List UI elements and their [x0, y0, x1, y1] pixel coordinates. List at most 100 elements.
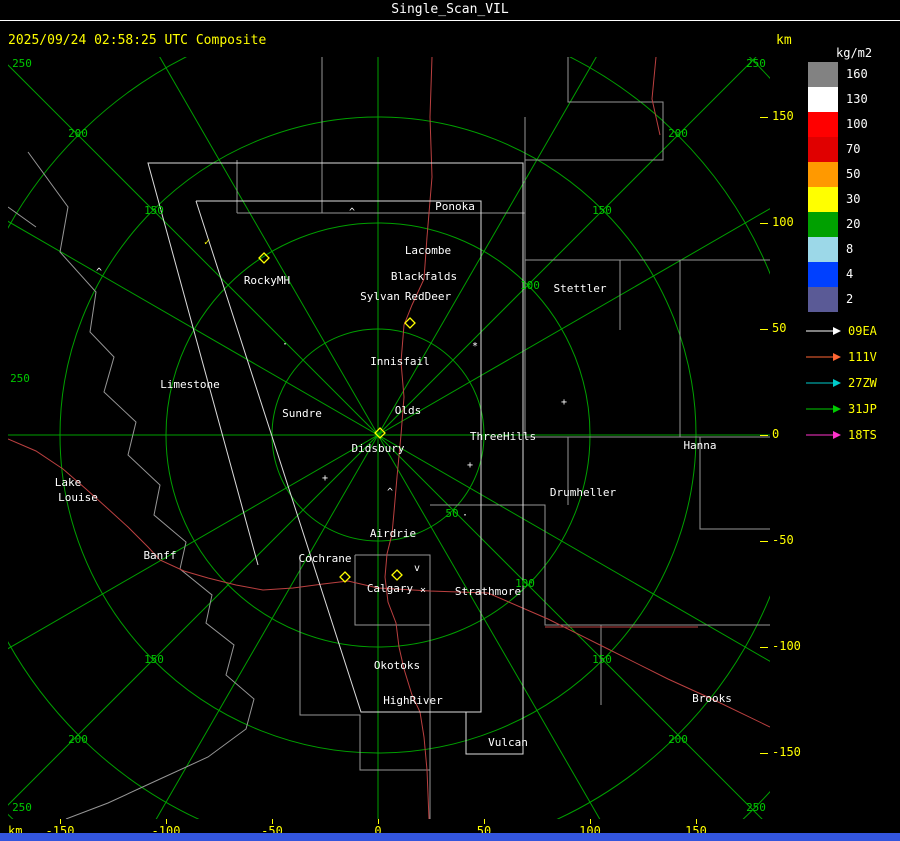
colorbar-row: 160 [808, 62, 868, 87]
colorbar-row: 70 [808, 137, 868, 162]
colorbar-row: 30 [808, 187, 868, 212]
range-ring-label: 200 [68, 733, 88, 746]
colorbar-row: 8 [808, 237, 868, 262]
radar-arrow-icon [806, 431, 841, 439]
radar-arrow-icon [806, 353, 841, 361]
y-axis: 150 100 50 0 -50 -100 -150 [760, 57, 806, 819]
y-tick [760, 541, 768, 542]
range-ring-label: 200 [68, 127, 88, 140]
city-label-limestone: Limestone [160, 378, 220, 391]
colorbar: 160 130 100 70 50 30 20 8 4 2 [808, 62, 868, 312]
town-marker: v [414, 563, 420, 574]
map-layers: 50100100150 150150 150200 200200 200250 25025… [8, 57, 770, 819]
colorbar-row: 50 [808, 162, 868, 187]
radar-arrow-head [833, 353, 841, 361]
radar-legend-row: 111V [806, 344, 877, 370]
town-marker: · [282, 339, 288, 350]
y-tick-label: -150 [772, 745, 801, 759]
city-label-vulcan: Vulcan [488, 736, 528, 749]
city-label-blackfalds: Blackfalds [391, 270, 457, 283]
y-tick [760, 329, 768, 330]
highway-line [651, 57, 661, 136]
radar-site-legend: 09EA 111V 27ZW 31JP 18TS [806, 318, 877, 448]
city-label-hanna: Hanna [683, 439, 716, 452]
town-marker: ^ [387, 487, 393, 498]
y-tick-label: 100 [772, 215, 794, 229]
city-label-brooks: Brooks [692, 692, 732, 705]
colorbar-swatch [808, 212, 838, 237]
colorbar-value: 4 [846, 267, 854, 281]
city-label-innisfail: Innisfail [370, 355, 430, 368]
coverage-boundary [147, 162, 524, 755]
y-tick [760, 435, 768, 436]
range-ring-label: 150 [592, 653, 612, 666]
city-label-strathmore: Strathmore [455, 585, 521, 598]
range-ring-label: 250 [12, 57, 32, 70]
y-axis-unit-label: km [776, 33, 792, 48]
city-label-sundre: Sundre [282, 407, 322, 420]
radar-arrow-icon [806, 327, 841, 335]
radar-id-label: 18TS [848, 428, 877, 442]
y-tick [760, 117, 768, 118]
radar-map: 50100100150 150150 150200 200200 200250 25025… [8, 57, 770, 819]
city-label-cochrane: Cochrane [299, 552, 352, 565]
city-label-reddeer: RedDeer [405, 290, 452, 303]
radar-arrow-head [833, 431, 841, 439]
range-ring-label: 150 [592, 204, 612, 217]
y-tick-label: -100 [772, 639, 801, 653]
colorbar-value: 160 [846, 67, 868, 81]
colorbar-value: 30 [846, 192, 861, 206]
y-tick-label: 150 [772, 109, 794, 123]
city-label-threehills: ThreeHills [470, 430, 536, 443]
colorbar-value: 50 [846, 167, 861, 181]
town-marker: ^ [96, 267, 102, 278]
city-label-stettler: Stettler [554, 282, 607, 295]
colorbar-row: 130 [808, 87, 868, 112]
colorbar-swatch [808, 287, 838, 312]
radar-legend-row: 18TS [806, 422, 877, 448]
colorbar-swatch [808, 262, 838, 287]
colorbar-row: 4 [808, 262, 868, 287]
radar-id-label: 09EA [848, 324, 877, 338]
radar-id-label: 31JP [848, 402, 877, 416]
radar-legend-row: 31JP [806, 396, 877, 422]
city-label-airdrie: Airdrie [370, 527, 416, 540]
city-label-drumheller: Drumheller [550, 486, 617, 499]
colorbar-value: 2 [846, 292, 854, 306]
colorbar-value: 130 [846, 92, 868, 106]
radar-arrow-head [833, 405, 841, 413]
town-marker: * [472, 341, 478, 352]
city-label-louise: Louise [58, 491, 98, 504]
radar-site-marker [391, 569, 403, 581]
colorbar-value: 70 [846, 142, 861, 156]
range-ring-label: 200 [668, 733, 688, 746]
colorbar-value: 8 [846, 242, 854, 256]
app-window: Single_Scan_VIL 2025/09/24 02:58:25 UTC … [0, 0, 900, 841]
city-label-lacombe: Lacombe [405, 244, 451, 257]
range-ring-label: 100 [520, 279, 540, 292]
city-label-sylvan: Sylvan [360, 290, 400, 303]
radar-legend-row: 09EA [806, 318, 877, 344]
colorbar-unit-label: kg/m2 [836, 46, 873, 60]
radar-arrow-icon [806, 405, 841, 413]
y-tick-label: 0 [772, 427, 780, 441]
colorbar-swatch [808, 187, 838, 212]
town-marker: + [322, 473, 328, 484]
city-label-didsbury: Didsbury [352, 442, 405, 455]
colorbar-swatch [808, 137, 838, 162]
horizontal-scrollbar[interactable] [0, 833, 900, 841]
city-label-highriver: HighRiver [383, 694, 443, 707]
colorbar-value: 20 [846, 217, 861, 231]
radar-arrow-head [833, 327, 841, 335]
range-ring-label: 200 [668, 127, 688, 140]
range-ring-label: 250 [10, 372, 30, 385]
radar-id-label: 27ZW [848, 376, 877, 390]
colorbar-swatch [808, 162, 838, 187]
y-tick [760, 753, 768, 754]
range-ring-label: 250 [12, 801, 32, 814]
town-marker: × [420, 585, 426, 596]
y-tick [760, 647, 768, 648]
town-marker: ✓ [204, 237, 210, 248]
range-ring-label: 50 [445, 507, 458, 520]
radar-arrow-head [833, 379, 841, 387]
